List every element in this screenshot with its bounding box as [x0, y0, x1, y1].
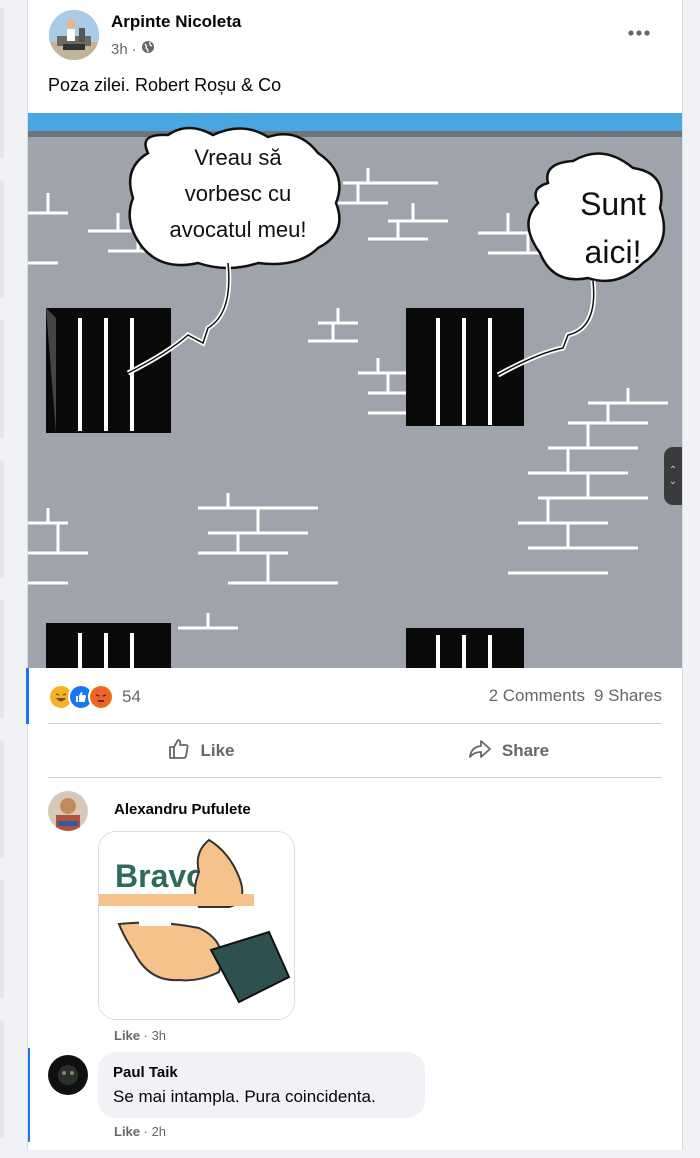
bubble-left-line-2: vorbesc cu [185, 181, 291, 206]
post-image[interactable]: Vreau să vorbesc cu avocatul meu! Sunt a… [28, 113, 682, 668]
like-button[interactable]: Like [48, 725, 355, 777]
prison-window-right [406, 308, 524, 426]
post-text: Poza zilei. Robert Roșu & Co [48, 75, 282, 95]
engagement-counts: 2 Comments 9 Shares [489, 686, 662, 706]
chevron-up-icon: ⌃ [668, 465, 678, 476]
bravo-sticker[interactable]: Bravo [98, 831, 295, 1020]
comment-text: Se mai intampla. Pura coincidenta. [113, 1087, 376, 1106]
more-options-icon[interactable] [624, 18, 654, 48]
sticker-text: Bravo [115, 858, 206, 894]
prison-window-left [46, 308, 171, 433]
divider [48, 777, 662, 778]
comment-like-link[interactable]: Like [114, 1028, 140, 1043]
comments-count[interactable]: 2 Comments [489, 686, 585, 706]
commenter-avatar[interactable] [48, 1055, 88, 1095]
left-edge-tab [0, 180, 4, 298]
prison-cartoon-illustration: Vreau să vorbesc cu avocatul meu! Sunt a… [28, 113, 682, 668]
commenter-avatar[interactable] [48, 791, 88, 831]
commenter-name[interactable]: Paul Taik [113, 1064, 178, 1081]
angry-icon [88, 684, 114, 710]
left-edge-tab [0, 880, 4, 998]
post-card: Arpinte Nicoleta 3h · Poza zilei. Robert… [26, 0, 683, 1150]
left-edge-tab [0, 1020, 4, 1138]
comment-time[interactable]: 2h [152, 1124, 166, 1139]
left-edge-tab [0, 600, 4, 718]
comment-like-link[interactable]: Like [114, 1124, 140, 1139]
share-label: Share [501, 741, 550, 760]
bubble-left-line-1: Vreau să [194, 145, 282, 170]
chevron-down-icon: ⌄ [668, 476, 678, 487]
share-arrow-icon [468, 738, 492, 765]
author-name[interactable]: Arpinte Nicoleta [111, 12, 241, 32]
post-actions: Like Share [48, 725, 662, 777]
post-meta: 3h · [111, 40, 155, 58]
like-label: Like [200, 741, 235, 760]
left-edge-tab [0, 320, 4, 438]
divider [48, 723, 662, 724]
left-edge-tab [0, 740, 4, 858]
reaction-summary[interactable]: 54 [48, 684, 141, 710]
commenter-name[interactable]: Alexandru Pufulete [114, 801, 251, 818]
share-button[interactable]: Share [355, 725, 662, 777]
comment-meta: Like · 3h [114, 1028, 167, 1043]
reply-thread-line [28, 1048, 30, 1142]
author-avatar[interactable] [49, 10, 99, 60]
globe-icon [141, 40, 155, 58]
thumbs-up-icon [168, 738, 190, 765]
bubble-left-line-3: avocatul meu! [170, 217, 307, 242]
bubble-right-line-2: aici! [585, 234, 642, 270]
comment-bubble: Paul Taik Se mai intampla. Pura coincide… [98, 1052, 425, 1118]
meta-separator: · [131, 40, 137, 58]
bubble-right-line-1: Sunt [580, 186, 646, 222]
left-edge-tab [0, 460, 4, 578]
left-edge-tab [0, 8, 4, 158]
reaction-stats-bar: 54 2 Comments 9 Shares [28, 668, 682, 724]
clapping-hands-sticker: Bravo [99, 832, 294, 1019]
comment-time[interactable]: 3h [152, 1028, 166, 1043]
image-scroll-handle[interactable]: ⌃ ⌄ [664, 447, 682, 505]
post-time[interactable]: 3h [111, 41, 128, 58]
shares-count[interactable]: 9 Shares [594, 686, 662, 706]
comment-meta: Like · 2h [114, 1124, 167, 1139]
reaction-count[interactable]: 54 [122, 687, 141, 707]
